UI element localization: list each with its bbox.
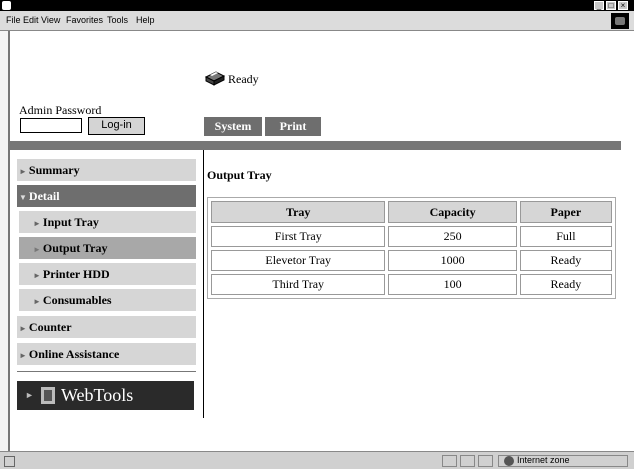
minimize-button[interactable]: _	[594, 1, 604, 10]
column-header-tray: Tray	[211, 201, 386, 223]
page-title: Output Tray	[207, 168, 272, 182]
page-status-icon	[4, 456, 15, 467]
page-left-edge	[0, 31, 8, 451]
arrow-right-icon: ►	[25, 390, 34, 400]
sidebar-item-summary[interactable]: ► Summary	[17, 159, 196, 181]
globe-icon	[504, 456, 514, 466]
status-pane	[478, 455, 493, 467]
security-zone-label: Internet zone	[517, 455, 570, 465]
maximize-button[interactable]: □	[606, 1, 616, 10]
status-pane	[460, 455, 475, 467]
menu-edit[interactable]: Edit	[23, 15, 39, 25]
tray-name-cell: Third Tray	[211, 274, 386, 295]
window-title-bar: _ □ ×	[0, 0, 634, 11]
sidebar-item-online-assistance[interactable]: ► Online Assistance	[17, 343, 196, 365]
login-button[interactable]: Log-in	[88, 117, 145, 135]
column-header-capacity: Capacity	[388, 201, 517, 223]
arrow-right-icon: ►	[19, 167, 27, 176]
sidebar-item-label: Counter	[28, 320, 72, 334]
arrow-right-icon: ►	[33, 245, 41, 254]
menu-favorites[interactable]: Favorites	[66, 15, 103, 25]
capacity-cell: 250	[388, 226, 517, 247]
content-divider	[203, 150, 204, 418]
browser-logo-icon	[611, 13, 629, 29]
menu-file[interactable]: File	[6, 15, 21, 25]
header-divider-bar	[9, 141, 621, 150]
table-row: Third Tray 100 Ready	[211, 274, 612, 295]
menu-tools[interactable]: Tools	[107, 15, 128, 25]
webtools-link[interactable]: ► WebTools	[17, 381, 194, 410]
capacity-cell: 1000	[388, 250, 517, 271]
arrow-right-icon: ►	[19, 324, 27, 333]
webtools-logo-icon	[41, 387, 55, 404]
menu-view[interactable]: View	[41, 15, 60, 25]
sidebar-item-label: Printer HDD	[42, 267, 110, 281]
ie-app-icon	[2, 1, 11, 10]
tab-system[interactable]: System	[204, 117, 262, 136]
tray-name-cell: First Tray	[211, 226, 386, 247]
table-header-row: Tray Capacity Paper	[211, 201, 612, 223]
menu-help[interactable]: Help	[136, 15, 155, 25]
browser-status-bar: Internet zone	[0, 451, 634, 469]
sidebar-item-output-tray[interactable]: ► Output Tray	[19, 237, 196, 259]
arrow-right-icon: ►	[33, 219, 41, 228]
arrow-right-icon: ►	[33, 271, 41, 280]
output-tray-table: Tray Capacity Paper First Tray 250 Full …	[207, 197, 616, 299]
sidebar-item-label: Output Tray	[42, 241, 108, 255]
sidebar-item-printer-hdd[interactable]: ► Printer HDD	[19, 263, 196, 285]
admin-password-label: Admin Password	[19, 103, 102, 117]
sidebar-item-label: Online Assistance	[28, 347, 120, 361]
paper-status-cell: Full	[519, 226, 612, 247]
status-pane	[442, 455, 457, 467]
webtools-label: WebTools	[61, 385, 134, 405]
printer-icon	[204, 71, 226, 86]
tab-print[interactable]: Print	[265, 117, 321, 136]
admin-password-input[interactable]	[20, 118, 82, 133]
menu-bar: File Edit View Favorites Tools Help	[0, 11, 634, 31]
column-header-paper: Paper	[519, 201, 612, 223]
sidebar-item-input-tray[interactable]: ► Input Tray	[19, 211, 196, 233]
sidebar-item-label: Summary	[28, 163, 80, 177]
printer-status-text: Ready	[228, 72, 259, 86]
sidebar-item-counter[interactable]: ► Counter	[17, 316, 196, 338]
capacity-cell: 100	[388, 274, 517, 295]
sidebar-divider	[17, 371, 196, 372]
close-button[interactable]: ×	[618, 1, 628, 10]
sidebar-item-label: Input Tray	[42, 215, 99, 229]
arrow-right-icon: ►	[33, 297, 41, 306]
table-row: First Tray 250 Full	[211, 226, 612, 247]
table-row: Elevetor Tray 1000 Ready	[211, 250, 612, 271]
sidebar-item-consumables[interactable]: ► Consumables	[19, 289, 196, 311]
arrow-right-icon: ►	[19, 351, 27, 360]
sidebar-item-detail[interactable]: ▼ Detail	[17, 185, 196, 207]
tray-name-cell: Elevetor Tray	[211, 250, 386, 271]
paper-status-cell: Ready	[519, 250, 612, 271]
sidebar-item-label: Consumables	[42, 293, 112, 307]
sidebar-item-label: Detail	[28, 189, 60, 203]
arrow-down-icon: ▼	[19, 193, 27, 202]
paper-status-cell: Ready	[519, 274, 612, 295]
